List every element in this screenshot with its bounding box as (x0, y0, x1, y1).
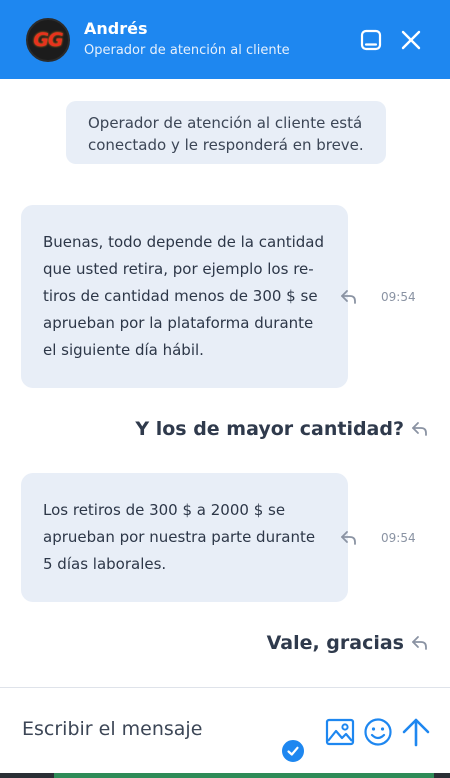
message-time: 09:54 (381, 531, 416, 545)
message-line: que usted retira, por ejemplo los re- (43, 260, 314, 278)
message-line: aprueban por nuestra parte durante (43, 528, 316, 546)
message-line: el siguiente día hábil. (43, 341, 204, 359)
message-meta: 09:54 (333, 289, 416, 305)
bottom-bar (0, 773, 450, 778)
message-composer (0, 687, 450, 773)
agent-bubble: Los retiros de 300 $ a 2000 $ se aprueba… (21, 473, 348, 602)
reply-icon[interactable] (410, 421, 430, 437)
agent-role: Operador de atención al cliente (84, 43, 290, 58)
user-message: Vale, gracias (267, 632, 430, 654)
agent-bubble: Buenas, todo depende de la cantidad que … (21, 205, 348, 388)
image-icon (325, 718, 355, 746)
message-time: 09:54 (381, 290, 416, 304)
reply-icon[interactable] (339, 530, 359, 546)
user-message-text: Vale, gracias (266, 632, 404, 654)
message-line: tiros de cantidad menos de 300 $ se (43, 287, 318, 305)
chat-header: GG Andrés Operador de atención al client… (0, 0, 450, 79)
user-message-text: Y los de mayor cantidad? (135, 418, 404, 440)
verified-badge (280, 738, 306, 764)
message-line: Buenas, todo depende de la cantidad (43, 233, 325, 251)
composer-actions (324, 716, 432, 748)
close-button[interactable] (398, 27, 424, 53)
attach-image-button[interactable] (324, 716, 356, 748)
agent-info: Andrés Operador de atención al cliente (84, 19, 358, 60)
avatar: GG (26, 17, 70, 62)
reply-icon[interactable] (339, 289, 359, 305)
reply-icon[interactable] (410, 635, 430, 651)
emoji-button[interactable] (362, 716, 394, 748)
message-line: Los retiros de 300 $ a 2000 $ se (43, 501, 286, 519)
message-line: 5 días laborales. (43, 555, 167, 573)
check-icon (287, 746, 299, 756)
chat-history[interactable]: Operador de atención al cliente está con… (0, 79, 450, 687)
message-meta: 09:54 (333, 530, 416, 546)
avatar-logo-text: GG (33, 28, 63, 51)
agent-name: Andrés (84, 19, 148, 38)
bottom-bar-accent (54, 773, 434, 778)
arrow-up-icon (402, 718, 430, 747)
agent-message: Buenas, todo depende de la cantidad que … (21, 205, 348, 388)
close-icon (401, 30, 421, 49)
header-actions (358, 27, 424, 53)
minimize-icon (360, 29, 382, 50)
agent-message: Los retiros de 300 $ a 2000 $ se aprueba… (21, 473, 348, 602)
message-input[interactable] (22, 718, 312, 740)
send-button[interactable] (400, 716, 432, 748)
user-message: Y los de mayor cantidad? (135, 418, 430, 440)
emoji-icon (364, 718, 392, 746)
minimize-button[interactable] (358, 27, 384, 53)
system-message: Operador de atención al cliente está con… (66, 101, 386, 164)
message-line: aprueban por la plataforma durante (43, 314, 314, 332)
